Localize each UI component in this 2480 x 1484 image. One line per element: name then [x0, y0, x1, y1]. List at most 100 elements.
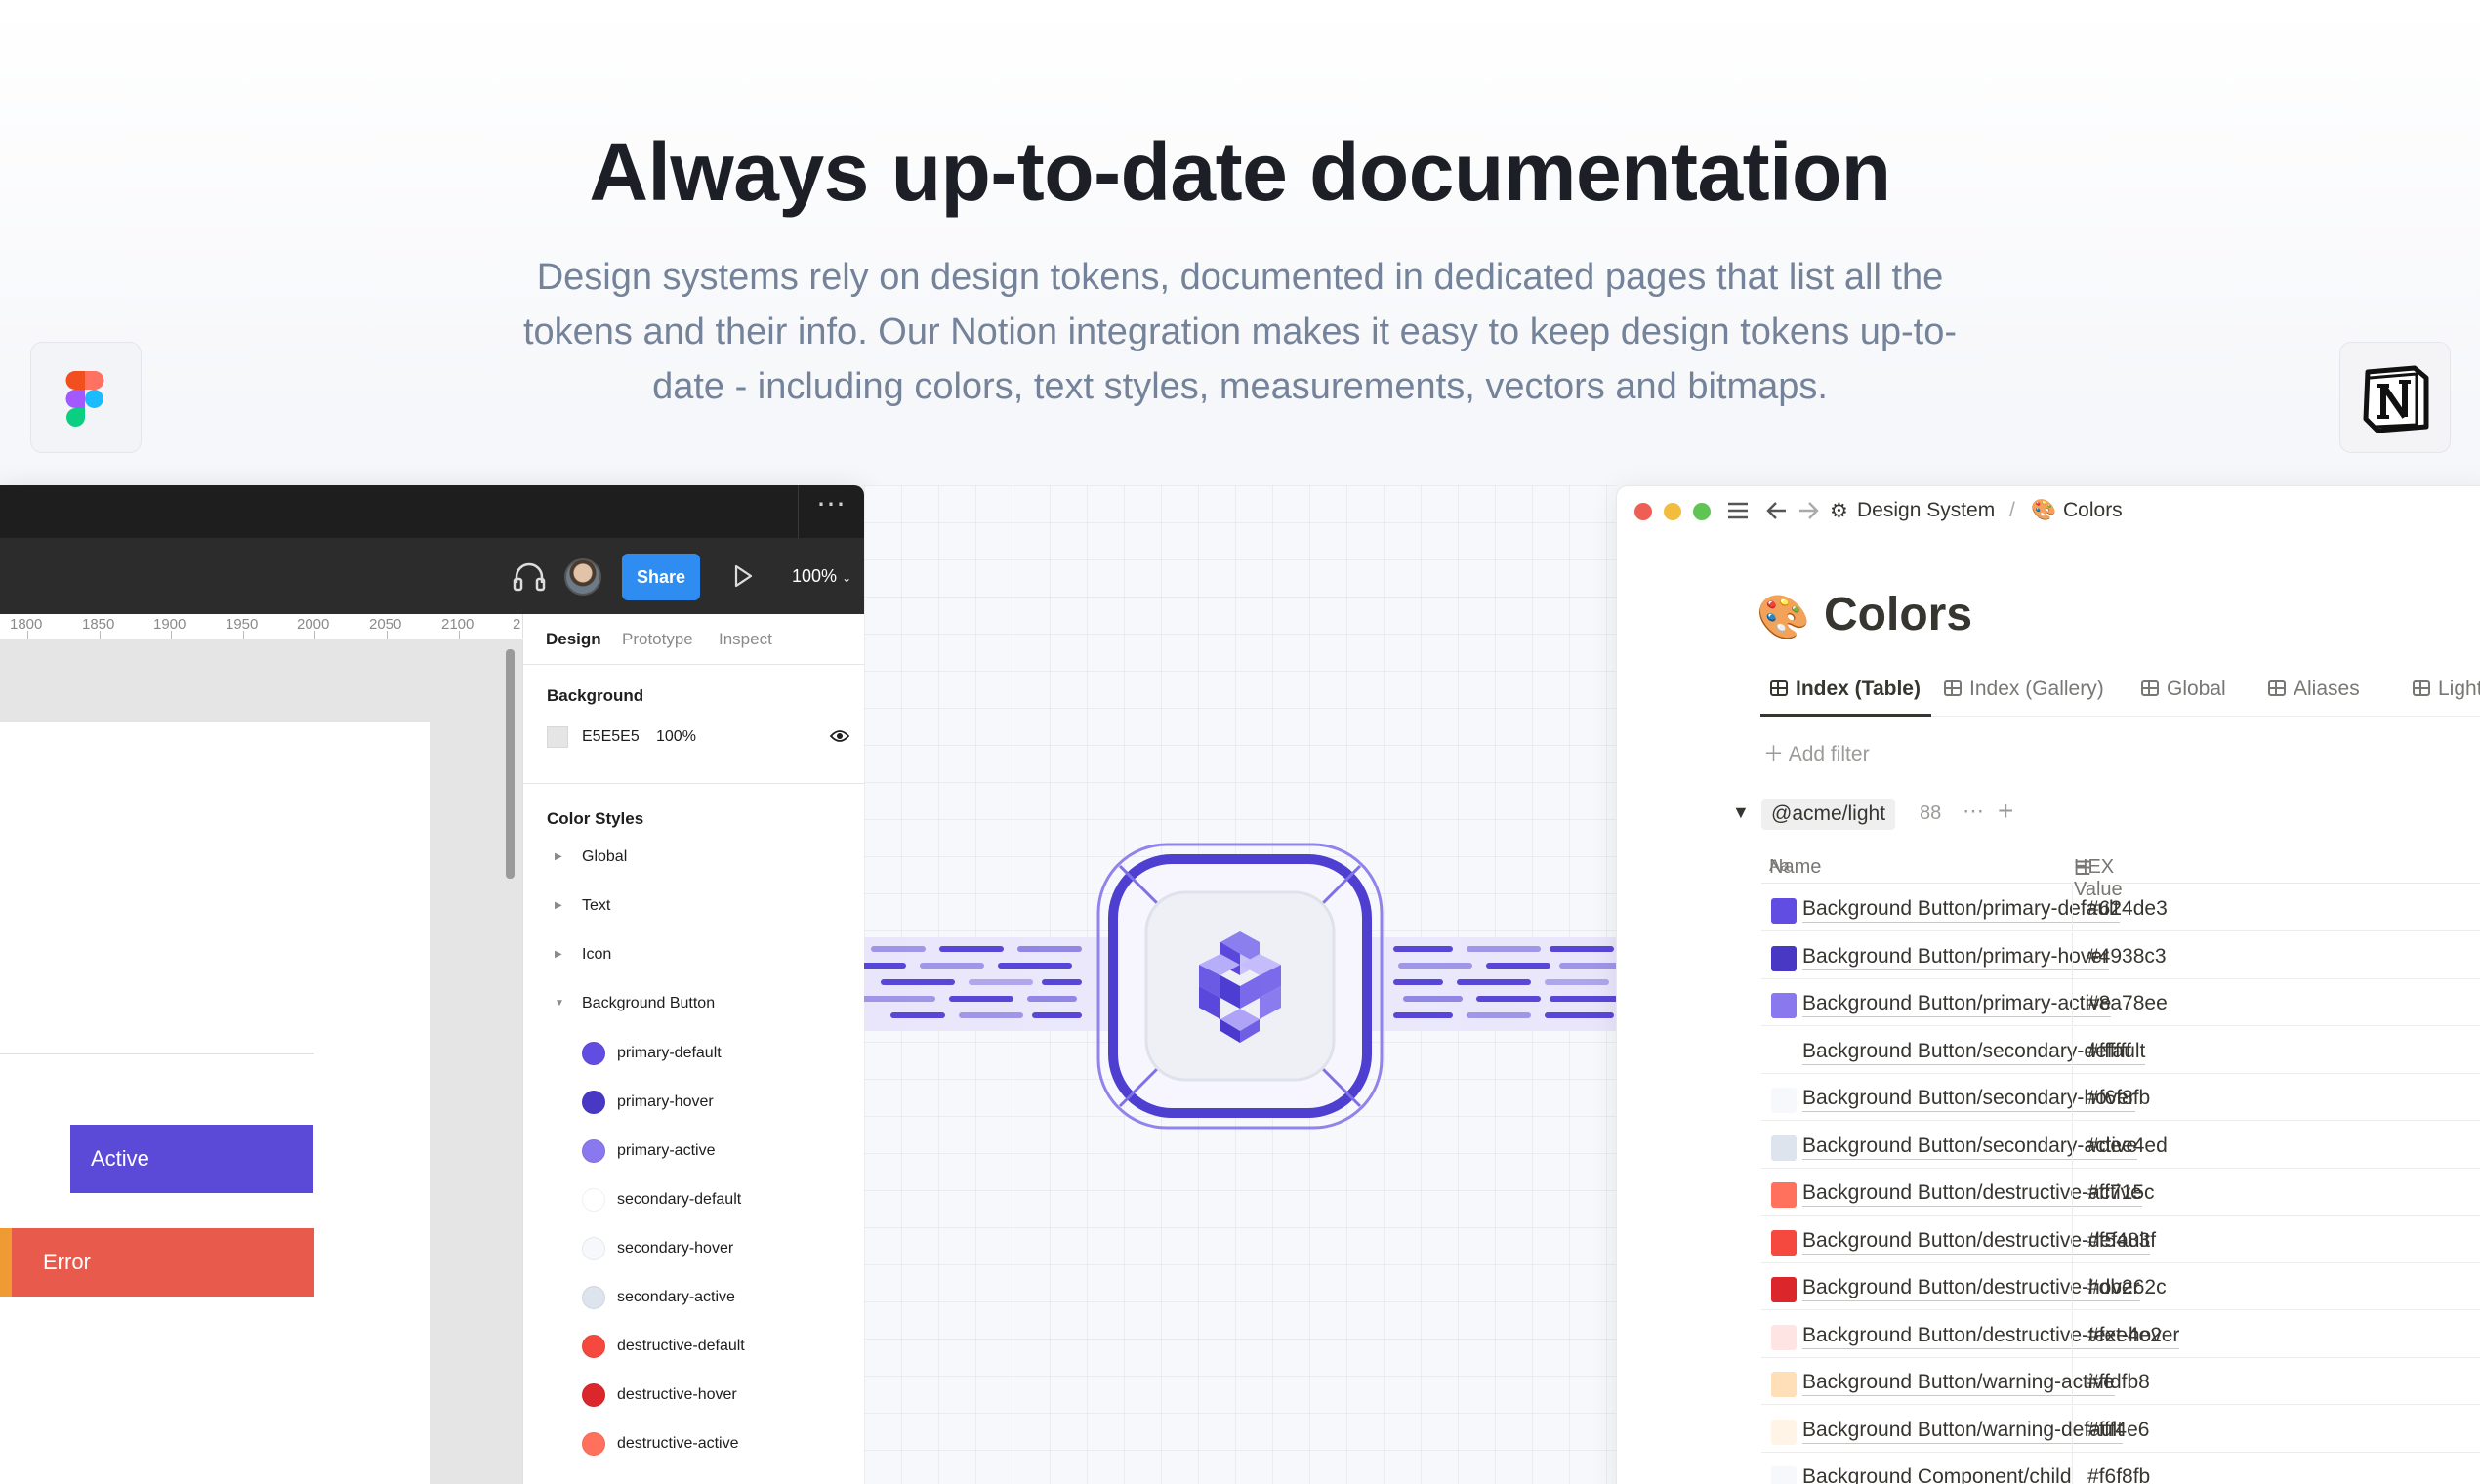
- color-swatch: [1771, 1088, 1797, 1113]
- more-icon[interactable]: ⋯: [1963, 799, 1984, 824]
- table-row[interactable]: Background Button/primary-default #624de3…: [1761, 885, 2480, 931]
- table-row[interactable]: Background Button/secondary-default #ffff…: [1761, 1026, 2480, 1074]
- eye-icon[interactable]: [830, 728, 849, 744]
- background-swatch[interactable]: [547, 726, 568, 748]
- color-swatch: [582, 1188, 605, 1212]
- background-hex[interactable]: E5E5E5: [582, 728, 640, 746]
- more-options-icon[interactable]: ⋯: [798, 485, 864, 538]
- style-group-text[interactable]: ▶ Text: [547, 892, 859, 922]
- table-row[interactable]: Background Component/child#f6f8fbhs: [1761, 1453, 2480, 1484]
- background-fill-row[interactable]: E5E5E5 100%: [547, 724, 849, 750]
- minimize-window-button[interactable]: [1664, 503, 1681, 520]
- back-arrow-icon[interactable]: [1765, 500, 1789, 521]
- group-tag: @acme/light: [1761, 799, 1896, 830]
- table-icon: [2413, 680, 2430, 696]
- row-name[interactable]: Background Button/secondary-hover: [1802, 1086, 2135, 1112]
- table-row[interactable]: Background Button/warning-active#ffdfb8h…: [1761, 1358, 2480, 1405]
- notion-page-title: Colors: [1824, 589, 1973, 640]
- tab-inspect[interactable]: Inspect: [719, 630, 772, 649]
- share-button[interactable]: Share: [622, 554, 700, 600]
- cell-divider: [2072, 931, 2073, 979]
- tab-index-table[interactable]: Index (Table): [1770, 678, 1921, 701]
- row-hex-value[interactable]: #ffffff: [2087, 1040, 2131, 1063]
- play-icon[interactable]: [731, 561, 755, 591]
- row-hex-value[interactable]: #f6f8fb: [2087, 1087, 2150, 1110]
- table-row[interactable]: Background Button/warning-default #fff4e6…: [1761, 1405, 2480, 1453]
- cell-divider: [2072, 1169, 2073, 1216]
- color-style-item[interactable]: primary-active: [582, 1136, 855, 1166]
- caret-right-icon: ▶: [555, 949, 562, 960]
- tab-light[interactable]: Light: [2413, 678, 2480, 701]
- style-group-background-button[interactable]: ▼ Background Button: [547, 990, 859, 1019]
- tab-label: Aliases: [2294, 678, 2360, 700]
- menu-icon[interactable]: [1726, 500, 1750, 521]
- row-name[interactable]: Background Button/warning-active: [1802, 1370, 2115, 1396]
- color-style-item[interactable]: primary-hover: [582, 1088, 855, 1117]
- color-style-item[interactable]: secondary-active: [582, 1283, 855, 1312]
- zoom-dropdown[interactable]: 100% ⌄: [792, 559, 851, 595]
- color-style-label: primary-hover: [617, 1093, 714, 1110]
- row-hex-value[interactable]: #f5483f: [2087, 1229, 2156, 1253]
- color-swatch: [1771, 1134, 1797, 1161]
- canvas-active-button[interactable]: Active: [70, 1125, 313, 1193]
- avatar[interactable]: [564, 558, 601, 596]
- figma-canvas[interactable]: Active Error: [0, 640, 522, 1484]
- table-row[interactable]: Background Button/secondary-active #dee4e…: [1761, 1121, 2480, 1169]
- color-style-item[interactable]: destructive-default: [582, 1332, 855, 1361]
- headphones-icon[interactable]: [512, 561, 547, 593]
- canvas-frame[interactable]: Active Error: [0, 722, 430, 1484]
- toggle-triangle-icon[interactable]: ▼: [1732, 803, 1750, 823]
- style-group-global[interactable]: ▶ Global: [547, 844, 859, 873]
- style-group-icon[interactable]: ▶ Icon: [547, 941, 859, 970]
- table-row[interactable]: Background Button/destructive-active #ff7…: [1761, 1169, 2480, 1216]
- tab-design[interactable]: Design: [546, 630, 601, 649]
- table-row[interactable]: Background Button/destructive-hover #db26…: [1761, 1263, 2480, 1310]
- cell-divider: [2072, 1121, 2073, 1169]
- close-window-button[interactable]: [1634, 503, 1652, 520]
- background-opacity[interactable]: 100%: [656, 728, 696, 746]
- chevron-down-icon: ⌄: [842, 571, 852, 585]
- canvas-error-button[interactable]: Error: [0, 1228, 314, 1297]
- breadcrumb-root[interactable]: Design System: [1857, 499, 1995, 522]
- plus-icon[interactable]: +: [1998, 796, 2013, 827]
- row-hex-value[interactable]: #f6f8fb: [2087, 1465, 2150, 1484]
- figma-logo-icon: [30, 342, 142, 453]
- row-hex-value[interactable]: #8a78ee: [2087, 992, 2168, 1015]
- tab-global[interactable]: Global: [2141, 678, 2226, 701]
- color-style-item[interactable]: secondary-hover: [582, 1234, 855, 1263]
- canvas-scrollbar[interactable]: [506, 649, 515, 879]
- row-hex-value[interactable]: #4938c3: [2087, 945, 2167, 969]
- row-hex-value[interactable]: #db262c: [2087, 1276, 2167, 1299]
- row-name[interactable]: Background Button/warning-default: [1802, 1418, 2124, 1444]
- plus-icon: ＋: [1763, 743, 1789, 765]
- group-header: ▼ @acme/light 88 ⋯ +: [1732, 796, 2220, 832]
- row-hex-value[interactable]: #fff4e6: [2087, 1419, 2149, 1442]
- color-style-item[interactable]: destructive-active: [582, 1429, 855, 1459]
- color-style-item[interactable]: secondary-default: [582, 1185, 855, 1215]
- row-hex-value[interactable]: #ff715c: [2087, 1181, 2155, 1205]
- tab-prototype[interactable]: Prototype: [622, 630, 693, 649]
- row-hex-value[interactable]: #dee4ed: [2087, 1134, 2168, 1158]
- color-style-label: destructive-active: [617, 1435, 739, 1452]
- row-name[interactable]: Background Button/primary-hover: [1802, 944, 2109, 970]
- row-hex-value[interactable]: #ffdfb8: [2087, 1371, 2150, 1394]
- row-hex-value[interactable]: #624de3: [2087, 897, 2168, 921]
- tab-aliases[interactable]: Aliases: [2268, 678, 2360, 701]
- table-row[interactable]: Background Button/primary-active#8a78eeh…: [1761, 979, 2480, 1026]
- background-heading: Background: [547, 686, 644, 705]
- maximize-window-button[interactable]: [1693, 503, 1711, 520]
- tab-index-gallery[interactable]: Index (Gallery): [1944, 678, 2104, 701]
- row-hex-value[interactable]: #fee4e2: [2087, 1324, 2162, 1347]
- add-filter-button[interactable]: ＋ Add filter: [1763, 738, 1870, 767]
- table-row[interactable]: Background Button/destructive-text-hover…: [1761, 1310, 2480, 1358]
- table-row[interactable]: Background Button/secondary-hover #f6f8fb…: [1761, 1074, 2480, 1121]
- table-row[interactable]: Background Button/primary-hover#4938c3hs: [1761, 931, 2480, 979]
- row-name[interactable]: Background Component/child: [1802, 1464, 2072, 1484]
- breadcrumb-page[interactable]: Colors: [2063, 499, 2123, 522]
- color-style-item[interactable]: primary-default: [582, 1039, 855, 1068]
- forward-arrow-icon[interactable]: [1797, 500, 1820, 521]
- section-divider: [523, 783, 864, 784]
- table-row[interactable]: Background Button/destructive-default #f5…: [1761, 1216, 2480, 1263]
- row-name[interactable]: Background Button/primary-active: [1802, 991, 2112, 1017]
- color-style-item[interactable]: destructive-hover: [582, 1381, 855, 1410]
